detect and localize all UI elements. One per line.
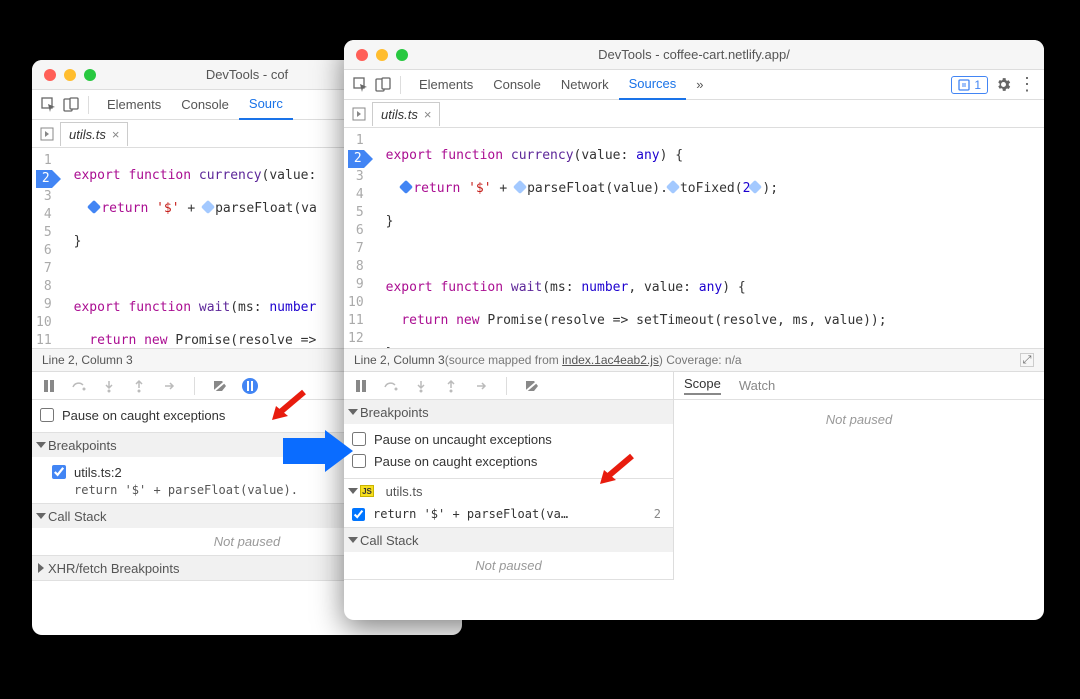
breakpoint-item[interactable]: return '$' + parseFloat(va… 2 [352, 505, 669, 523]
window-title: DevTools - coffee-cart.netlify.app/ [344, 47, 1044, 62]
callstack-header[interactable]: Call Stack [344, 528, 673, 552]
step-out-icon[interactable] [442, 377, 460, 395]
step-over-icon[interactable] [70, 377, 88, 395]
deactivate-bp-icon[interactable] [211, 377, 229, 395]
annotation-arrow-red-2 [596, 452, 636, 486]
device-icon[interactable] [62, 96, 80, 114]
callstack-panel: Call Stack Not paused [344, 528, 673, 580]
close-icon[interactable]: × [112, 127, 120, 142]
step-out-icon[interactable] [130, 377, 148, 395]
step-icon[interactable] [160, 377, 178, 395]
step-into-icon[interactable] [412, 377, 430, 395]
step-over-icon[interactable] [382, 377, 400, 395]
navigator-icon[interactable] [38, 125, 56, 143]
scope-watch-tabs: Scope Watch [674, 372, 1044, 400]
step-icon[interactable] [472, 377, 490, 395]
device-icon[interactable] [374, 76, 392, 94]
debugger-right: Scope Watch Not paused [674, 372, 1044, 580]
file-tab-label: utils.ts [69, 127, 106, 142]
inspect-icon[interactable] [352, 76, 370, 94]
tab-scope[interactable]: Scope [684, 376, 721, 395]
gutter: 12345678910111213 [32, 148, 60, 348]
gutter: 12345678910111213 [344, 128, 372, 348]
file-tabs: utils.ts × [344, 100, 1044, 128]
tab-console[interactable]: Console [483, 70, 551, 100]
bp-line-number: 2 [654, 507, 669, 521]
navigator-icon[interactable] [350, 105, 368, 123]
tab-sources[interactable]: Sources [619, 70, 687, 100]
tab-sources[interactable]: Sourc [239, 90, 293, 120]
annotation-arrow-blue [283, 430, 355, 472]
kebab-icon[interactable]: ⋮ [1018, 76, 1036, 94]
code-body: export function currency(value: any) { r… [372, 128, 887, 348]
file-tab[interactable]: utils.ts × [60, 122, 128, 146]
pause-exceptions-icon[interactable] [241, 377, 259, 395]
tab-watch[interactable]: Watch [739, 378, 775, 393]
file-tab-label: utils.ts [381, 107, 418, 122]
gear-icon[interactable] [994, 76, 1012, 94]
pause-icon[interactable] [40, 377, 58, 395]
status-bar: Line 2, Column 3 (source mapped from ind… [344, 348, 1044, 372]
bp-checkbox[interactable] [352, 508, 365, 521]
annotation-arrow-red-1 [268, 388, 308, 422]
debugger-toolbar [344, 372, 673, 400]
close-icon[interactable]: × [424, 107, 432, 122]
tab-network[interactable]: Network [551, 70, 619, 100]
issues-badge[interactable]: 1 [951, 76, 988, 94]
source-map-link[interactable]: index.1ac4eab2.js [562, 353, 659, 367]
tab-elements[interactable]: Elements [97, 90, 171, 120]
tab-console[interactable]: Console [171, 90, 239, 120]
tab-more[interactable]: » [686, 70, 713, 100]
panel-tabs: Elements Console Network Sources » [409, 70, 947, 100]
breakpoint-file-panel: JS utils.ts return '$' + parseFloat(va… … [344, 479, 673, 528]
code-editor[interactable]: 12345678910111213 export function curren… [344, 128, 1044, 348]
not-paused-label: Not paused [344, 552, 673, 579]
pause-icon[interactable] [352, 377, 370, 395]
step-into-icon[interactable] [100, 377, 118, 395]
not-paused-label: Not paused [674, 400, 1044, 433]
deactivate-bp-icon[interactable] [523, 377, 541, 395]
cursor-position: Line 2, Column 3 [354, 353, 445, 367]
source-map-info: (source mapped from index.1ac4eab2.js) C… [445, 353, 742, 367]
debugger-pane: Breakpoints Pause on uncaught exceptions… [344, 372, 1044, 580]
file-tab[interactable]: utils.ts × [372, 102, 440, 126]
popout-icon[interactable]: ⤢ [1020, 353, 1034, 367]
tab-elements[interactable]: Elements [409, 70, 483, 100]
devtools-window-front: DevTools - coffee-cart.netlify.app/ Elem… [344, 40, 1044, 620]
cursor-position: Line 2, Column 3 [42, 353, 133, 367]
inspect-icon[interactable] [40, 96, 58, 114]
main-toolbar: Elements Console Network Sources » 1 ⋮ [344, 70, 1044, 100]
titlebar: DevTools - coffee-cart.netlify.app/ [344, 40, 1044, 70]
js-file-icon: JS [360, 485, 374, 497]
pause-uncaught-checkbox[interactable]: Pause on uncaught exceptions [352, 428, 665, 450]
breakpoints-header[interactable]: Breakpoints [344, 400, 673, 424]
code-body: export function currency(value: return '… [60, 148, 317, 348]
